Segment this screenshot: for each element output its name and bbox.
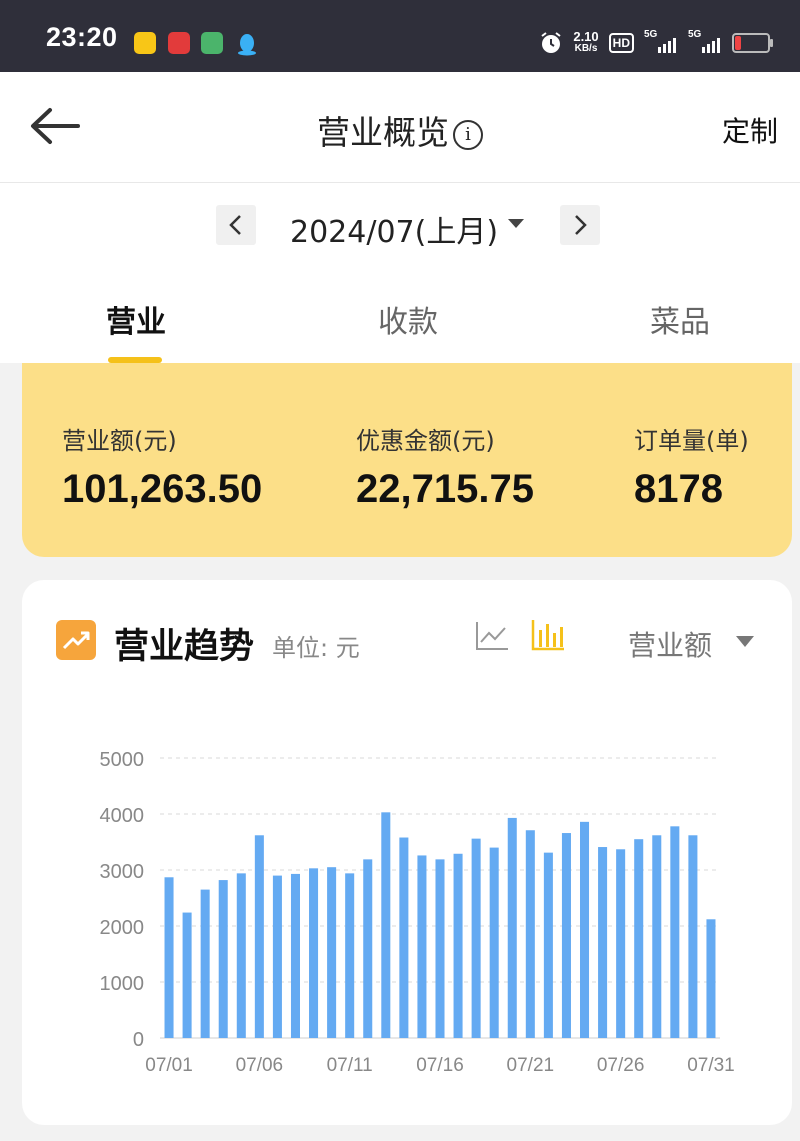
bar-07-29[interactable] <box>670 826 680 1038</box>
date-tab-panel: 2024/07(上月) 营业 收款 菜品 <box>0 183 800 363</box>
bar-07-28[interactable] <box>652 835 662 1038</box>
discount-label: 优惠金额(元) <box>356 427 495 455</box>
bar-07-31[interactable] <box>706 919 716 1038</box>
bar-07-19[interactable] <box>489 847 499 1038</box>
bar-07-26[interactable] <box>616 849 626 1038</box>
dropdown-caret-icon[interactable] <box>508 219 524 228</box>
x-tick-label: 07/01 <box>145 1055 193 1076</box>
info-icon[interactable]: i <box>453 120 483 150</box>
x-tick-label: 07/31 <box>687 1055 735 1076</box>
signal-icon: 5G <box>644 29 678 53</box>
x-tick-label: 07/26 <box>597 1055 645 1076</box>
prev-month-button[interactable] <box>216 205 256 245</box>
bar-07-25[interactable] <box>598 847 608 1038</box>
bar-07-30[interactable] <box>688 835 698 1038</box>
date-selector[interactable]: 2024/07(上月) <box>290 207 498 251</box>
revenue-label: 营业额(元) <box>62 427 177 455</box>
app-notification-icon <box>168 32 190 54</box>
x-tick-label: 07/06 <box>236 1055 284 1076</box>
y-tick-label: 5000 <box>100 749 145 771</box>
summary-stats-card: 营业额(元) 101,263.50 优惠金额(元) 22,715.75 订单量(… <box>22 363 792 557</box>
bar-07-09[interactable] <box>309 868 319 1038</box>
sim2-label: 5G <box>688 29 702 40</box>
bar-07-24[interactable] <box>580 821 590 1038</box>
meituan-app-icon <box>134 32 156 54</box>
bar-07-22[interactable] <box>543 852 553 1038</box>
bar-07-10[interactable] <box>327 867 337 1038</box>
bar-07-18[interactable] <box>471 838 481 1038</box>
y-tick-label: 2000 <box>100 917 145 939</box>
status-icons: 2.10 KB/s HD 5G 5G <box>539 28 773 58</box>
bar-07-08[interactable] <box>290 873 300 1038</box>
net-speed-unit: KB/s <box>574 43 598 54</box>
signal-icon: 5G <box>688 29 722 53</box>
bar-07-06[interactable] <box>254 835 264 1038</box>
net-speed-value: 2.10 <box>573 29 599 44</box>
alarm-icon <box>541 32 561 53</box>
orders-value: 8178 <box>634 467 723 511</box>
bar-07-27[interactable] <box>634 839 644 1038</box>
bar-07-15[interactable] <box>417 855 427 1038</box>
battery-icon <box>732 33 773 53</box>
sim1-label: 5G <box>644 29 658 40</box>
bar-07-01[interactable] <box>164 877 174 1038</box>
x-tick-label: 07/16 <box>416 1055 464 1076</box>
chevron-right-icon <box>575 215 587 235</box>
revenue-bar-chart: 0 1000 2000 3000 4000 5000 07/01 07/06 07/11 07/1… <box>100 749 735 1076</box>
bar-07-05[interactable] <box>236 873 246 1038</box>
bar-07-21[interactable] <box>525 830 535 1038</box>
bar-07-20[interactable] <box>507 817 517 1038</box>
next-month-button[interactable] <box>560 205 600 245</box>
tab-dishes[interactable]: 菜品 <box>650 297 710 341</box>
y-tick-label: 4000 <box>100 805 145 827</box>
y-tick-label: 3000 <box>100 861 145 883</box>
bar-07-07[interactable] <box>272 875 282 1038</box>
status-bar: 23:20 2.10 KB/s HD 5G 5G <box>0 0 800 72</box>
bar-07-03[interactable] <box>200 889 210 1038</box>
bar-07-04[interactable] <box>218 880 228 1038</box>
trend-chart-card: 营业趋势 单位: 元 营业额 0 1000 2000 3000 4000 5000 07/0… <box>22 580 792 1125</box>
wifi-app-icon <box>201 32 223 54</box>
chevron-left-icon <box>229 215 241 235</box>
x-tick-label: 07/21 <box>507 1055 555 1076</box>
page-title-text: 营业概览 <box>317 113 449 152</box>
orders-label: 订单量(单) <box>634 427 749 455</box>
customize-button[interactable]: 定制 <box>722 110 778 150</box>
nav-bar: 营业概览 i 定制 <box>0 72 800 183</box>
y-tick-label: 1000 <box>100 973 145 995</box>
bar-07-14[interactable] <box>399 837 409 1038</box>
y-tick-label: 0 <box>133 1029 144 1051</box>
qq-icon <box>236 32 258 56</box>
page-title: 营业概览 i <box>0 106 800 154</box>
x-tick-label: 07/11 <box>327 1055 373 1076</box>
bar-07-12[interactable] <box>363 859 373 1038</box>
net-speed: 2.10 KB/s <box>573 29 599 55</box>
revenue-value: 101,263.50 <box>62 467 263 511</box>
status-time: 23:20 <box>46 22 118 52</box>
bar-07-17[interactable] <box>453 853 463 1038</box>
tab-revenue[interactable]: 营业 <box>106 297 166 341</box>
hd-icon: HD <box>608 33 634 53</box>
discount-value: 22,715.75 <box>356 467 534 511</box>
bar-07-16[interactable] <box>435 859 445 1038</box>
bar-07-11[interactable] <box>345 873 355 1038</box>
bar-07-02[interactable] <box>182 912 192 1038</box>
bar-07-23[interactable] <box>561 833 571 1038</box>
tab-payment[interactable]: 收款 <box>378 297 438 341</box>
bar-07-13[interactable] <box>381 812 391 1038</box>
